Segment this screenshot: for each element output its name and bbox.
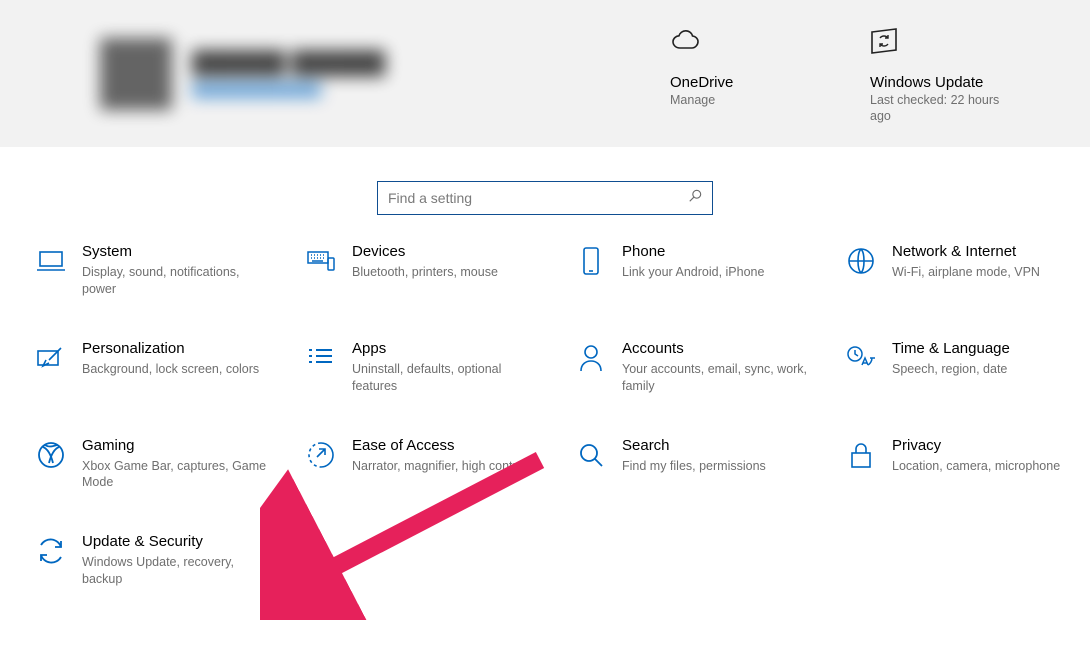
search-box[interactable] <box>377 181 713 215</box>
windows-update-card[interactable]: Windows Update Last checked: 22 hours ag… <box>870 22 1010 124</box>
windows-update-sub: Last checked: 22 hours ago <box>870 93 1010 124</box>
tile-phone[interactable]: Phone Link your Android, iPhone <box>576 243 826 298</box>
tile-title: Update & Security <box>82 533 272 550</box>
tile-sub: Link your Android, iPhone <box>622 264 764 281</box>
globe-icon <box>846 246 876 276</box>
tile-ease-of-access[interactable]: Ease of Access Narrator, magnifier, high… <box>306 437 556 492</box>
person-icon <box>576 343 606 373</box>
tile-title: Privacy <box>892 437 1060 454</box>
tile-title: Apps <box>352 340 542 357</box>
tile-title: Time & Language <box>892 340 1010 357</box>
profile-name: ██████ ██████ <box>192 50 385 76</box>
tile-privacy[interactable]: Privacy Location, camera, microphone <box>846 437 1090 492</box>
avatar <box>100 38 172 110</box>
tile-personalization[interactable]: Personalization Background, lock screen,… <box>36 340 286 395</box>
onedrive-title: OneDrive <box>670 74 733 91</box>
onedrive-card[interactable]: OneDrive Manage <box>670 22 810 124</box>
tile-sub: Display, sound, notifications, power <box>82 264 272 298</box>
apps-list-icon <box>306 343 336 373</box>
tile-title: Personalization <box>82 340 259 357</box>
tile-apps[interactable]: Apps Uninstall, defaults, optional featu… <box>306 340 556 395</box>
tile-sub: Bluetooth, printers, mouse <box>352 264 498 281</box>
tile-title: Network & Internet <box>892 243 1040 260</box>
ease-of-access-icon <box>306 440 336 470</box>
keyboard-icon <box>306 246 336 276</box>
onedrive-sub: Manage <box>670 93 715 109</box>
lock-icon <box>846 440 876 470</box>
tile-title: System <box>82 243 272 260</box>
tile-sub: Windows Update, recovery, backup <box>82 554 272 588</box>
paint-icon <box>36 343 66 373</box>
search-icon <box>688 189 702 208</box>
tile-title: Ease of Access <box>352 437 533 454</box>
tile-title: Search <box>622 437 766 454</box>
magnifier-icon <box>576 440 606 470</box>
tile-sub: Location, camera, microphone <box>892 458 1060 475</box>
tile-sub: Xbox Game Bar, captures, Game Mode <box>82 458 272 492</box>
tile-title: Gaming <box>82 437 272 454</box>
tile-sub: Speech, region, date <box>892 361 1010 378</box>
settings-grid: System Display, sound, notifications, po… <box>0 243 1090 588</box>
tile-devices[interactable]: Devices Bluetooth, printers, mouse <box>306 243 556 298</box>
tile-sub: Background, lock screen, colors <box>82 361 259 378</box>
tile-sub: Your accounts, email, sync, work, family <box>622 361 812 395</box>
phone-icon <box>576 246 606 276</box>
tile-sub: Wi-Fi, airplane mode, VPN <box>892 264 1040 281</box>
tile-system[interactable]: System Display, sound, notifications, po… <box>36 243 286 298</box>
sync-square-icon <box>870 22 900 60</box>
search-wrap <box>0 147 1090 243</box>
tile-network[interactable]: Network & Internet Wi-Fi, airplane mode,… <box>846 243 1090 298</box>
tile-gaming[interactable]: Gaming Xbox Game Bar, captures, Game Mod… <box>36 437 286 492</box>
windows-update-title: Windows Update <box>870 74 983 91</box>
tile-title: Devices <box>352 243 498 260</box>
search-input[interactable] <box>388 190 668 206</box>
tile-title: Phone <box>622 243 764 260</box>
tile-sub: Narrator, magnifier, high contrast <box>352 458 533 475</box>
header-bar: ██████ ██████ ██████████████ OneDrive Ma… <box>0 0 1090 147</box>
xbox-icon <box>36 440 66 470</box>
tile-sub: Find my files, permissions <box>622 458 766 475</box>
tile-accounts[interactable]: Accounts Your accounts, email, sync, wor… <box>576 340 826 395</box>
cloud-icon <box>670 22 704 60</box>
tile-title: Accounts <box>622 340 812 357</box>
laptop-icon <box>36 246 66 276</box>
sync-icon <box>36 536 66 566</box>
tile-search[interactable]: Search Find my files, permissions <box>576 437 826 492</box>
profile-sub: ██████████████ <box>192 82 385 97</box>
tile-sub: Uninstall, defaults, optional features <box>352 361 542 395</box>
time-language-icon <box>846 343 876 373</box>
tile-time-language[interactable]: Time & Language Speech, region, date <box>846 340 1090 395</box>
tile-update-security[interactable]: Update & Security Windows Update, recove… <box>36 533 286 588</box>
profile-block[interactable]: ██████ ██████ ██████████████ <box>100 38 385 110</box>
